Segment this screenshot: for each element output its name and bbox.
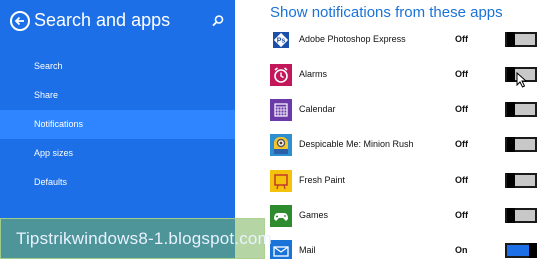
back-button[interactable] [10, 11, 30, 31]
app-name: Mail [299, 245, 316, 255]
notification-toggle[interactable] [505, 173, 537, 188]
list-item: Mail On [235, 237, 560, 259]
games-controller-icon [270, 205, 292, 227]
app-name: Games [299, 210, 329, 220]
notification-toggle[interactable] [505, 32, 537, 47]
app-state: On [455, 245, 468, 255]
toggle-knob [507, 173, 515, 188]
notification-toggle[interactable] [505, 208, 537, 223]
page-title: Show notifications from these apps [270, 4, 503, 21]
photoshop-express-icon: Ps [270, 29, 292, 51]
list-item: Despicable Me: Minion Rush Off [235, 131, 560, 160]
list-item: Calendar Off [235, 96, 560, 125]
toggle-knob [507, 67, 515, 82]
sidebar-header: Search and apps [0, 0, 235, 44]
notification-toggle[interactable] [505, 137, 537, 152]
app-name: Fresh Paint [299, 175, 346, 185]
toggle-knob [507, 208, 515, 223]
notification-toggle[interactable] [505, 102, 537, 117]
app-name: Adobe Photoshop Express [299, 34, 406, 44]
list-item: Alarms Off [235, 61, 560, 90]
mouse-cursor-icon [516, 72, 528, 88]
app-state: Off [455, 69, 468, 79]
watermark-text: Tipstrikwindows8-1.blogspot.com [16, 229, 272, 248]
app-state: Off [455, 175, 468, 185]
toggle-knob [507, 102, 515, 117]
sidebar-item-app-sizes[interactable]: App sizes [0, 139, 235, 168]
toggle-knob [507, 32, 515, 47]
sidebar-item-defaults[interactable]: Defaults [0, 168, 235, 197]
search-icon[interactable] [211, 14, 225, 28]
notifications-panel: Show notifications from these apps Ps Ad… [235, 0, 560, 259]
list-item: Fresh Paint Off [235, 167, 560, 196]
app-state: Off [455, 104, 468, 114]
list-item: Games Off [235, 202, 560, 231]
svg-text:Ps: Ps [277, 38, 286, 45]
toggle-knob [529, 243, 537, 258]
app-name: Alarms [299, 69, 328, 79]
fresh-paint-icon [270, 170, 292, 192]
app-state: Off [455, 210, 468, 220]
sidebar-item-share[interactable]: Share [0, 81, 235, 110]
toggle-knob [507, 137, 515, 152]
sidebar-title: Search and apps [34, 10, 171, 30]
watermark: Tipstrikwindows8-1.blogspot.com [0, 218, 272, 259]
app-state: Off [455, 34, 468, 44]
sidebar-item-search[interactable]: Search [0, 52, 235, 81]
list-item: Ps Adobe Photoshop Express Off [235, 26, 560, 55]
notification-toggle[interactable] [505, 243, 537, 258]
app-state: Off [455, 139, 468, 149]
arrow-left-icon [14, 16, 24, 26]
app-name: Calendar [299, 104, 336, 114]
minion-rush-icon [270, 134, 292, 156]
app-name: Despicable Me: Minion Rush [299, 139, 414, 149]
sidebar-item-notifications[interactable]: Notifications [0, 110, 235, 139]
sidebar-menu: Search Share Notifications App sizes Def… [0, 52, 235, 197]
alarm-clock-icon [270, 64, 292, 86]
mail-icon [270, 240, 292, 259]
calendar-icon [270, 99, 292, 121]
